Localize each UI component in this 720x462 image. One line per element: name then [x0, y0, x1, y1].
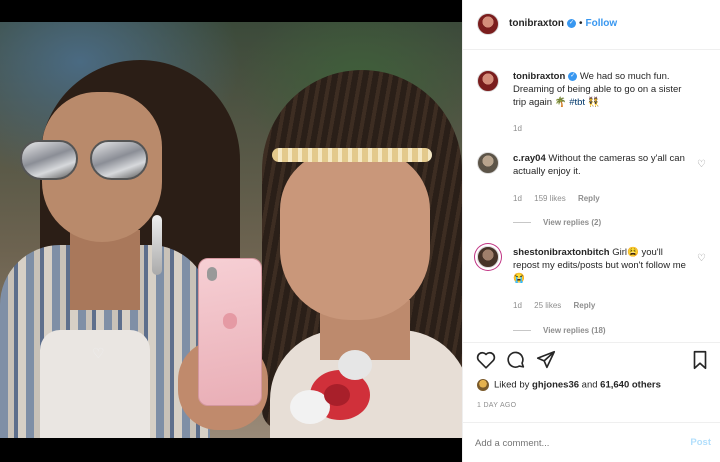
comment-likes[interactable]: 25 likes — [534, 301, 561, 310]
comment-icon[interactable] — [505, 349, 527, 371]
share-icon[interactable] — [535, 349, 557, 371]
reply-button[interactable]: Reply — [578, 194, 600, 203]
comment-meta: 1d 25 likes Reply — [513, 301, 605, 310]
red-flowers — [280, 340, 390, 440]
comment-likes[interactable]: 159 likes — [534, 194, 566, 203]
post-username[interactable]: tonibraxton — [509, 18, 564, 29]
caption-emoji: 👯 — [587, 97, 600, 108]
post-header: tonibraxton ✓ • Follow — [463, 0, 720, 50]
view-replies-button[interactable]: View replies (2) — [513, 218, 601, 227]
post-timestamp[interactable]: 1 DAY AGO — [477, 402, 516, 409]
comment-username[interactable]: c.ray04 — [513, 153, 546, 164]
comment-input[interactable] — [475, 435, 665, 451]
comment-username[interactable]: shestonibraxtonbitch — [513, 247, 610, 258]
comment-meta: 1d 159 likes Reply — [513, 194, 610, 203]
liked-by-user[interactable]: ghjones36 — [532, 380, 579, 391]
separator: • — [579, 18, 583, 29]
verified-badge-icon: ✓ — [567, 18, 576, 28]
caption-age: 1d — [513, 124, 522, 133]
avatar[interactable] — [477, 70, 499, 92]
liked-by-and: and — [581, 379, 598, 391]
comment-item: shestonibraxtonbitch Girl😩 you'll repost… — [477, 246, 717, 338]
caption: tonibraxton ✓ We had so much fun. Dreamin… — [477, 70, 717, 136]
pink-phone — [198, 258, 262, 406]
divider — [513, 222, 531, 224]
letterbox-bottom — [0, 438, 462, 462]
post-comment-button[interactable]: Post — [690, 437, 711, 448]
gold-headband — [272, 148, 432, 162]
view-replies-label: View replies (18) — [543, 326, 606, 335]
comment-text: shestonibraxtonbitch Girl😩 you'll repost… — [513, 246, 689, 285]
left-person-earring — [152, 215, 162, 275]
letterbox-top — [0, 0, 462, 22]
liked-by-prefix: Liked by — [494, 379, 530, 391]
liked-by-others[interactable]: 61,640 others — [600, 380, 661, 391]
view-replies-button[interactable]: View replies (18) — [513, 326, 606, 335]
verified-badge-icon: ✓ — [568, 71, 578, 81]
left-person-neck — [70, 230, 140, 310]
comment-text: c.ray04 Without the cameras so y'all can… — [513, 152, 689, 178]
add-comment-bar: Post — [463, 422, 720, 462]
comment-age: 1d — [513, 301, 522, 310]
avatar[interactable] — [477, 246, 499, 268]
comment-like-icon[interactable]: ♡ — [697, 160, 707, 170]
follow-button[interactable]: Follow — [586, 18, 618, 29]
heart-pendant: ♡ — [92, 345, 105, 361]
avatar[interactable] — [477, 13, 499, 35]
caption-text: tonibraxton ✓ We had so much fun. Dreamin… — [513, 70, 689, 109]
heart-icon[interactable] — [475, 349, 497, 371]
avatar — [477, 379, 489, 391]
caption-username[interactable]: tonibraxton — [513, 71, 565, 82]
comment-age: 1d — [513, 194, 522, 203]
likes-summary: Liked by ghjones36 and 61,640 others — [477, 379, 661, 391]
post-photo[interactable]: ♡ — [0, 0, 462, 462]
reply-button[interactable]: Reply — [574, 301, 596, 310]
bookmark-icon[interactable] — [689, 349, 711, 371]
header-line: tonibraxton ✓ • Follow — [509, 18, 617, 29]
avatar[interactable] — [477, 152, 499, 174]
divider — [513, 330, 531, 332]
comment-item: c.ray04 Without the cameras so y'all can… — [477, 152, 717, 232]
comment-like-icon[interactable]: ♡ — [697, 254, 707, 264]
hashtag-link[interactable]: #tbt — [569, 97, 585, 108]
aviator-sunglasses — [18, 140, 168, 184]
comments-section[interactable]: tonibraxton ✓ We had so much fun. Dreamin… — [463, 50, 720, 342]
post-sidebar: tonibraxton ✓ • Follow tonibraxton ✓ We had … — [462, 0, 720, 462]
view-replies-label: View replies (2) — [543, 218, 602, 227]
caption-meta: 1d — [513, 124, 532, 133]
right-person-face — [280, 150, 430, 320]
